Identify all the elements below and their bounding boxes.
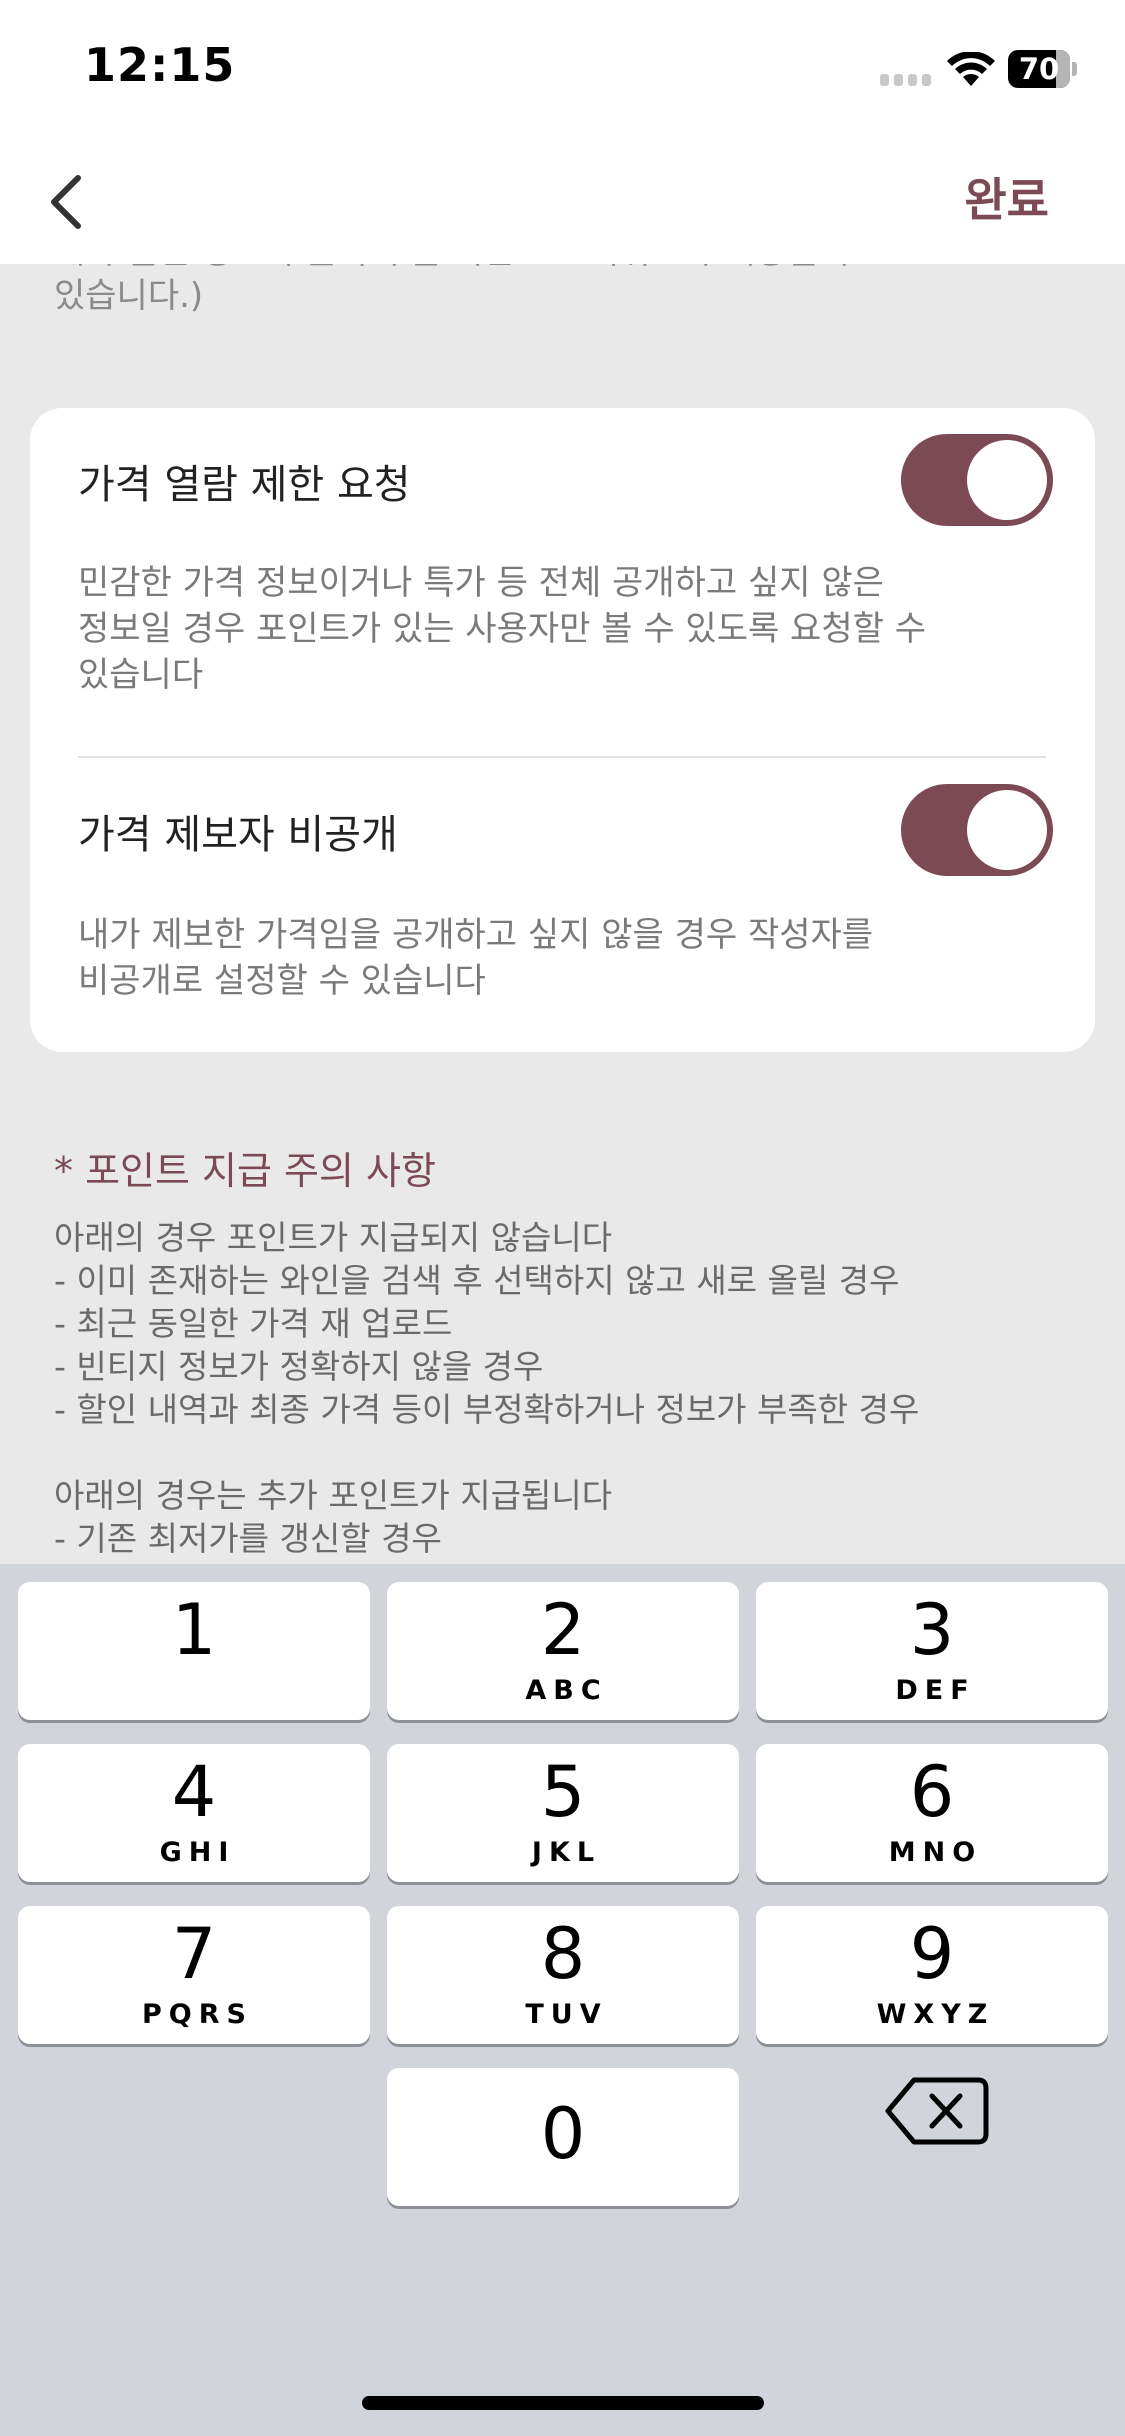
- toggle-knob: [967, 790, 1047, 870]
- cellular-signal-icon: [880, 72, 932, 86]
- notice-line: - 최근 동일한 가격 재 업로드: [54, 1304, 453, 1343]
- key-digit: 5: [540, 1751, 586, 1833]
- key-digit: 7: [171, 1913, 217, 1995]
- key-digit: 2: [540, 1589, 586, 1671]
- description-line: 민감한 가격 정보이거나 특가 등 전체 공개하고 싶지 않은: [78, 563, 884, 603]
- toggle-knob: [967, 440, 1047, 520]
- screen: 12:15 70 완료 내가 올린 링크의 클릭 수를 기반으로: [0, 0, 1125, 2436]
- toggle-price-view-restriction[interactable]: [901, 434, 1053, 526]
- key-letters: WXYZ: [876, 1999, 995, 2030]
- content-scroll-area[interactable]: 내가 올린 링크의 클릭 수를 기반으로 리워드가 제공될 수 있습니다.) 가…: [0, 264, 1125, 1564]
- settings-card: 가격 열람 제한 요청 민감한 가격 정보이거나 특가 등 전체 공개하고 싶지…: [30, 408, 1095, 1052]
- key-letters: ABC: [525, 1675, 608, 1706]
- divider: [78, 756, 1046, 758]
- notice-line: - 기존 최저가를 갱신할 경우: [54, 1519, 442, 1558]
- key-6[interactable]: 6 MNO: [756, 1744, 1108, 1882]
- delete-key[interactable]: [874, 2056, 1004, 2166]
- key-1[interactable]: 1: [18, 1582, 370, 1720]
- key-letters: PQRS: [142, 1999, 253, 2030]
- nav-bar: 완료: [0, 140, 1125, 264]
- key-5[interactable]: 5 JKL: [387, 1744, 739, 1882]
- key-letters: DEF: [895, 1675, 976, 1706]
- done-button[interactable]: 완료: [964, 164, 1049, 230]
- battery-percent: 70: [1018, 52, 1060, 86]
- backspace-icon: [885, 2077, 989, 2145]
- key-letters: GHI: [159, 1837, 236, 1868]
- key-digit: 8: [540, 1913, 586, 1995]
- key-digit: 1: [171, 1589, 217, 1671]
- notice-line: - 빈티지 정보가 정확하지 않을 경우: [54, 1347, 544, 1386]
- setting-description-price-view-restriction: 민감한 가격 정보이거나 특가 등 전체 공개하고 싶지 않은 정보일 경우 포…: [78, 560, 1018, 698]
- setting-title-reporter-private: 가격 제보자 비공개: [78, 812, 398, 858]
- notice-line: - 할인 내역과 최종 가격 등이 부정확하거나 정보가 부족한 경우: [54, 1390, 920, 1429]
- description-line: 정보일 경우 포인트가 있는 사용자만 볼 수 있도록 요청할 수: [78, 609, 926, 649]
- notice-line: 아래의 경우는 추가 포인트가 지급됩니다: [54, 1476, 613, 1515]
- notice-title: * 포인트 지급 주의 사항: [54, 1149, 436, 1193]
- wifi-icon: [947, 52, 995, 86]
- notice-body: 아래의 경우 포인트가 지급되지 않습니다 - 이미 존재하는 와인을 검색 후…: [54, 1216, 1084, 1560]
- previous-section-text: 내가 올린 링크의 클릭 수를 기반으로 리워드가 제공될 수 있습니다.): [54, 264, 1064, 318]
- key-4[interactable]: 4 GHI: [18, 1744, 370, 1882]
- key-0[interactable]: 0: [387, 2068, 739, 2206]
- key-3[interactable]: 3 DEF: [756, 1582, 1108, 1720]
- key-7[interactable]: 7 PQRS: [18, 1906, 370, 2044]
- previous-text-line: 내가 올린 링크의 클릭 수를 기반으로 리워드가 제공될 수: [54, 264, 1064, 274]
- home-indicator[interactable]: [362, 2396, 764, 2410]
- notice-line: - 이미 존재하는 와인을 검색 후 선택하지 않고 새로 올릴 경우: [54, 1261, 900, 1300]
- chevron-left-icon: [51, 175, 81, 229]
- description-line: 내가 제보한 가격임을 공개하고 싶지 않을 경우 작성자를: [78, 915, 874, 955]
- previous-text-line: 있습니다.): [54, 276, 204, 316]
- description-line: 비공개로 설정할 수 있습니다: [78, 961, 486, 1001]
- key-letters: TUV: [525, 1999, 608, 2030]
- status-time: 12:15: [84, 38, 236, 92]
- key-2[interactable]: 2 ABC: [387, 1582, 739, 1720]
- key-letters: JKL: [531, 1837, 602, 1868]
- status-bar: 12:15 70: [0, 0, 1125, 140]
- notice-line: [54, 1431, 1084, 1474]
- key-digit: 9: [909, 1913, 955, 1995]
- description-line: 있습니다: [78, 655, 204, 695]
- toggle-reporter-private[interactable]: [901, 784, 1053, 876]
- setting-description-reporter-private: 내가 제보한 가격임을 공개하고 싶지 않을 경우 작성자를 비공개로 설정할 …: [78, 912, 1018, 1004]
- back-button[interactable]: [36, 160, 106, 244]
- setting-title-price-view-restriction: 가격 열람 제한 요청: [78, 462, 411, 508]
- key-digit: 3: [909, 1589, 955, 1671]
- key-9[interactable]: 9 WXYZ: [756, 1906, 1108, 2044]
- key-8[interactable]: 8 TUV: [387, 1906, 739, 2044]
- key-digit: 4: [171, 1751, 217, 1833]
- battery-icon: 70: [1008, 50, 1078, 88]
- notice-line: 아래의 경우 포인트가 지급되지 않습니다: [54, 1218, 613, 1257]
- key-digit: 0: [540, 2093, 586, 2175]
- key-letters: MNO: [888, 1837, 983, 1868]
- key-digit: 6: [909, 1751, 955, 1833]
